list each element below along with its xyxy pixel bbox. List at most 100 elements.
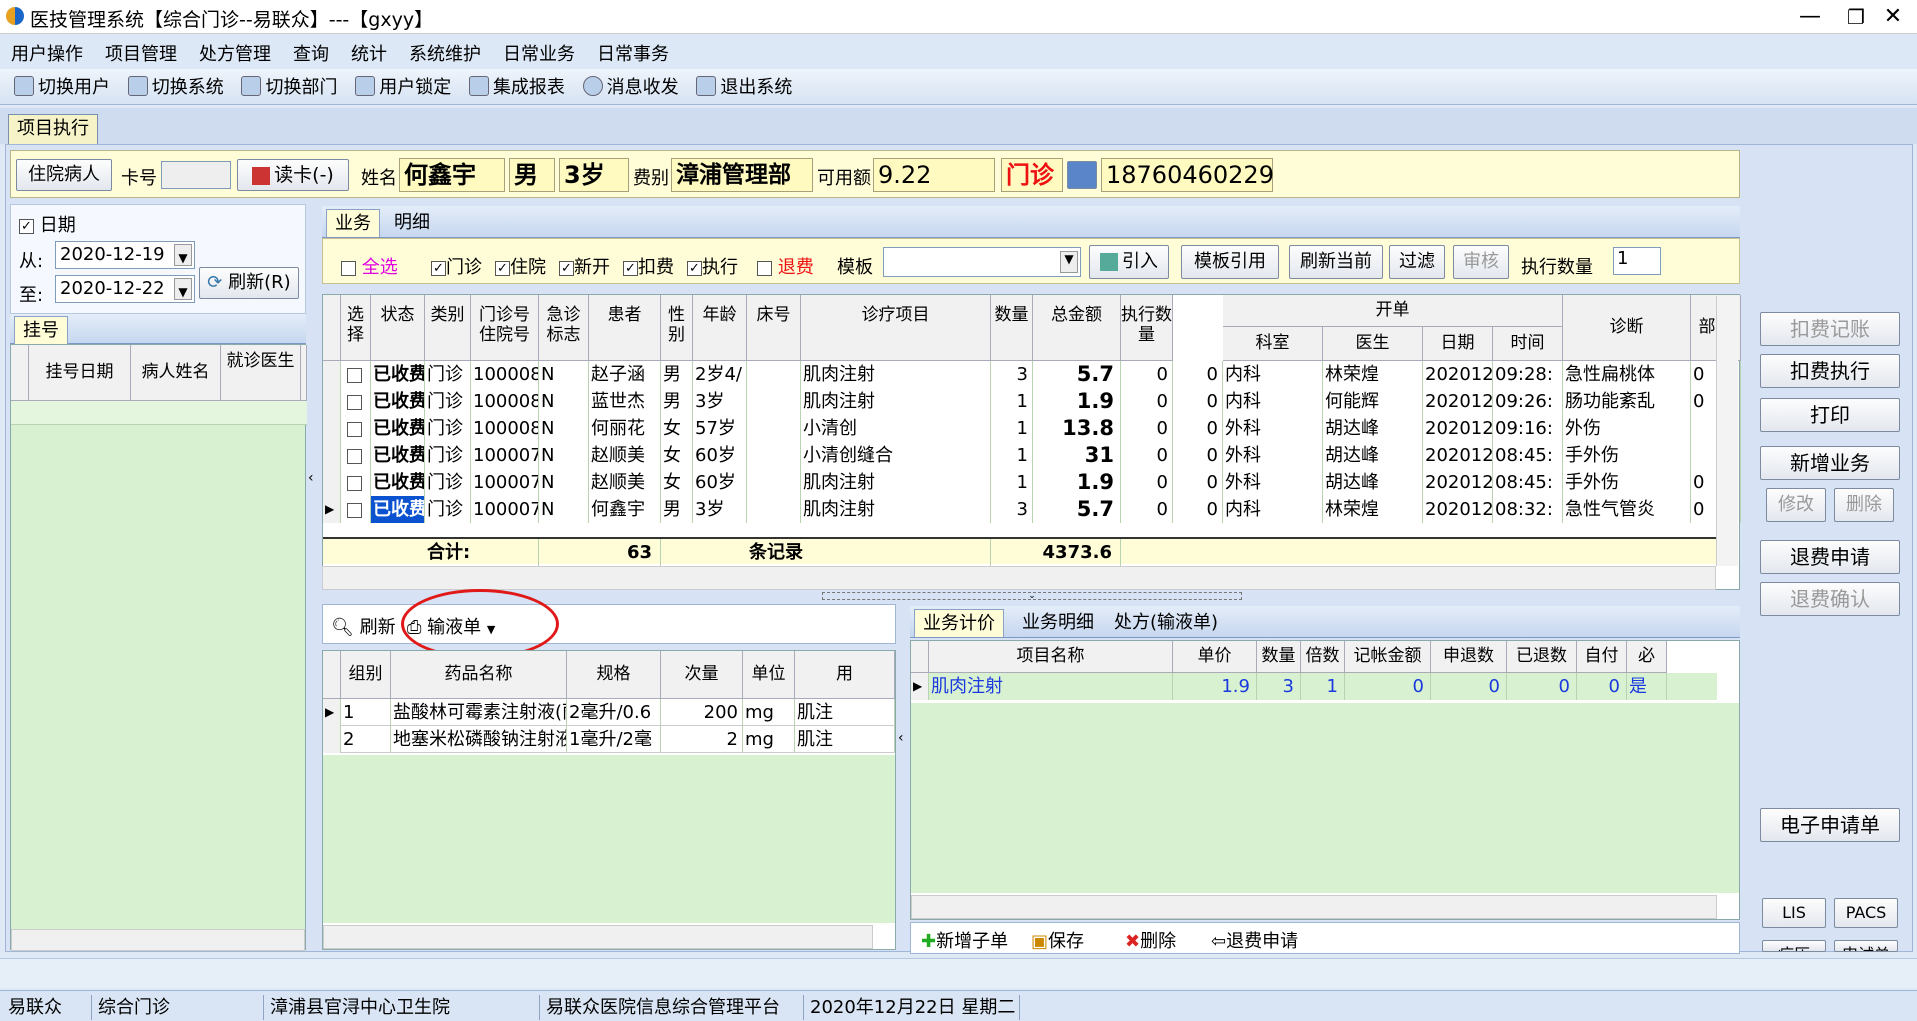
select-all-wrap[interactable]: 全选 [341, 253, 398, 279]
dropdown-arrow-icon[interactable]: ▼ [174, 278, 192, 300]
charge-wrap[interactable]: 扣费 [623, 253, 674, 279]
biz-h-scrollbar[interactable] [322, 566, 1716, 590]
select-cell[interactable] [341, 415, 371, 442]
tab-biz-detail[interactable]: 业务明细 [1014, 609, 1102, 637]
tab-prescription[interactable]: 处方(输液单) [1106, 609, 1226, 637]
template-select[interactable]: ▼ [883, 247, 1081, 277]
row-select-checkbox[interactable] [347, 448, 362, 464]
card-input[interactable] [161, 161, 231, 189]
row-select-checkbox[interactable] [347, 421, 362, 437]
exec-wrap[interactable]: 执行 [687, 253, 738, 279]
tab-pricing[interactable]: 业务计价 [914, 609, 1004, 637]
pricing-row[interactable]: ▶ 肌肉注射 1.9 3 1 0 0 0 0 是 [911, 673, 1717, 700]
charge-checkbox[interactable] [623, 260, 638, 276]
tab-business[interactable]: 业务 [326, 209, 380, 237]
save-button[interactable]: ▣保存 [1031, 927, 1084, 953]
import-button[interactable]: 引入 [1089, 245, 1169, 279]
table-row[interactable]: 已收费门诊1000079N赵顺美女60岁肌肉注射11.900外科胡达峰20201… [323, 469, 1741, 496]
message-button[interactable]: 消息收发 [577, 69, 685, 103]
e-request-button[interactable]: 电子申请单 [1760, 808, 1900, 842]
row-select-checkbox[interactable] [347, 502, 362, 518]
table-row[interactable]: 已收费门诊1000081N何丽花女57岁小清创113.800外科胡达峰20201… [323, 415, 1741, 442]
infusion-refresh-button[interactable]: 🔍︎ 刷新 [331, 613, 396, 639]
print-button[interactable]: 打印 [1760, 398, 1900, 432]
tab-detail[interactable]: 明细 [386, 209, 438, 237]
exec-qty-input[interactable]: 1 [1613, 247, 1661, 275]
refund-confirm-button[interactable]: 退费确认 [1760, 582, 1900, 616]
delete-button[interactable]: ✖删除 [1125, 927, 1176, 953]
add-sub-order-button[interactable]: ✚新增子单 [921, 927, 1008, 953]
switch-system-button[interactable]: 切换系统 [122, 69, 230, 103]
filter-button[interactable]: 过滤 [1389, 245, 1445, 279]
menu-daily-biz[interactable]: 日常业务 [492, 34, 586, 72]
to-date-input[interactable]: 2020-12-22 ▼ [55, 275, 195, 303]
table-row[interactable]: ▶已收费门诊1000077N何鑫宇男3岁肌肉注射35.700内科林荣煌20201… [323, 496, 1741, 523]
modify-button[interactable]: 修改 [1766, 488, 1826, 522]
new-business-button[interactable]: 新增业务 [1760, 446, 1900, 480]
test-form-button[interactable]: 申试单 [1834, 940, 1898, 952]
dropdown-arrow-icon[interactable]: ▼ [1060, 251, 1078, 273]
template-ref-button[interactable]: 模板引用 [1181, 245, 1279, 279]
select-cell[interactable] [341, 361, 371, 388]
menu-item-mgmt[interactable]: 项目管理 [94, 34, 188, 72]
menu-sys[interactable]: 系统维护 [398, 34, 492, 72]
charge-exec-button[interactable]: 扣费执行 [1760, 354, 1900, 388]
select-all-checkbox[interactable] [341, 260, 356, 276]
read-card-button[interactable]: 读卡(-) [237, 159, 349, 191]
splitter-left-icon[interactable]: ‹ [308, 470, 318, 490]
pacs-button[interactable]: PACS [1834, 898, 1898, 928]
refund-wrap[interactable]: 退费 [757, 253, 814, 279]
refund-request-button[interactable]: ⇦退费申请 [1211, 927, 1298, 953]
lis-button[interactable]: LIS [1762, 898, 1826, 928]
dropdown-arrow-icon[interactable]: ▼ [174, 244, 192, 266]
tab-project-exec[interactable]: 项目执行 [8, 114, 98, 144]
switch-user-button[interactable]: 切换用户 [0, 69, 116, 103]
menu-daily-affairs[interactable]: 日常事务 [586, 34, 680, 72]
splitter-left-icon[interactable]: ‹ [898, 730, 908, 750]
new-wrap[interactable]: 新开 [559, 253, 610, 279]
select-cell[interactable] [341, 442, 371, 469]
reg-h-scrollbar[interactable] [11, 929, 305, 951]
new-checkbox[interactable] [559, 260, 574, 276]
switch-dept-button[interactable]: 切换部门 [235, 69, 343, 103]
lock-user-button[interactable]: 用户锁定 [349, 69, 457, 103]
table-row[interactable]: 已收费门诊1000080N赵子涵男2岁4/肌肉注射35.700内科林荣煌2020… [323, 361, 1741, 388]
exec-checkbox[interactable] [687, 260, 702, 276]
inpatient-wrap[interactable]: 住院 [495, 253, 546, 279]
refund-apply-button[interactable]: 退费申请 [1760, 540, 1900, 574]
menu-rx-mgmt[interactable]: 处方管理 [188, 34, 282, 72]
report-button[interactable]: 集成报表 [463, 69, 571, 103]
infusion-h-scrollbar[interactable] [323, 925, 873, 949]
inpatient-checkbox[interactable] [495, 260, 510, 276]
from-date-input[interactable]: 2020-12-19 ▼ [55, 241, 195, 269]
select-cell[interactable] [341, 388, 371, 415]
infusion-row[interactable]: 2 地塞米松磷酸钠注射液 1毫升/2毫 2 mg 肌注 [323, 726, 895, 753]
review-button[interactable]: 审核 [1453, 245, 1509, 279]
patient-type-button[interactable]: 住院病人 [16, 159, 112, 191]
table-row[interactable]: 已收费门诊1000079N赵顺美女60岁小清创缝合13100外科胡达峰20201… [323, 442, 1741, 469]
refresh-current-button[interactable]: 刷新当前 [1289, 245, 1383, 279]
tab-registration[interactable]: 挂号 [14, 316, 68, 344]
table-row[interactable]: 已收费门诊1000081N蓝世杰男3岁肌肉注射11.900内科何能辉202012… [323, 388, 1741, 415]
splitter-down-icon[interactable]: ⌄ [822, 592, 1242, 601]
minimize-button[interactable]: — [1787, 2, 1833, 32]
row-select-checkbox[interactable] [347, 394, 362, 410]
date-checkbox[interactable] [19, 218, 34, 234]
menu-query[interactable]: 查询 [282, 34, 340, 72]
charge-record-button[interactable]: 扣费记账 [1760, 312, 1900, 346]
biz-v-scrollbar[interactable] [1716, 296, 1738, 566]
delete-right-button[interactable]: 删除 [1834, 488, 1894, 522]
infusion-row[interactable]: ▶1盐酸林可霉素注射液(丽…2毫升/0.6200mg肌注 [323, 699, 895, 726]
date-check-wrap[interactable]: 日期 [19, 211, 76, 237]
pricing-h-scrollbar[interactable] [911, 895, 1717, 919]
outpatient-wrap[interactable]: 门诊 [431, 253, 482, 279]
close-button[interactable]: ✕ [1870, 2, 1916, 32]
menu-user-ops[interactable]: 用户操作 [0, 34, 94, 72]
refund-checkbox[interactable] [757, 260, 772, 276]
outpatient-checkbox[interactable] [431, 260, 446, 276]
select-cell[interactable] [341, 496, 371, 523]
row-select-checkbox[interactable] [347, 367, 362, 383]
menu-stats[interactable]: 统计 [340, 34, 398, 72]
refresh-date-button[interactable]: ⟳ 刷新(R) [199, 267, 299, 299]
exit-button[interactable]: 退出系统 [690, 69, 798, 103]
